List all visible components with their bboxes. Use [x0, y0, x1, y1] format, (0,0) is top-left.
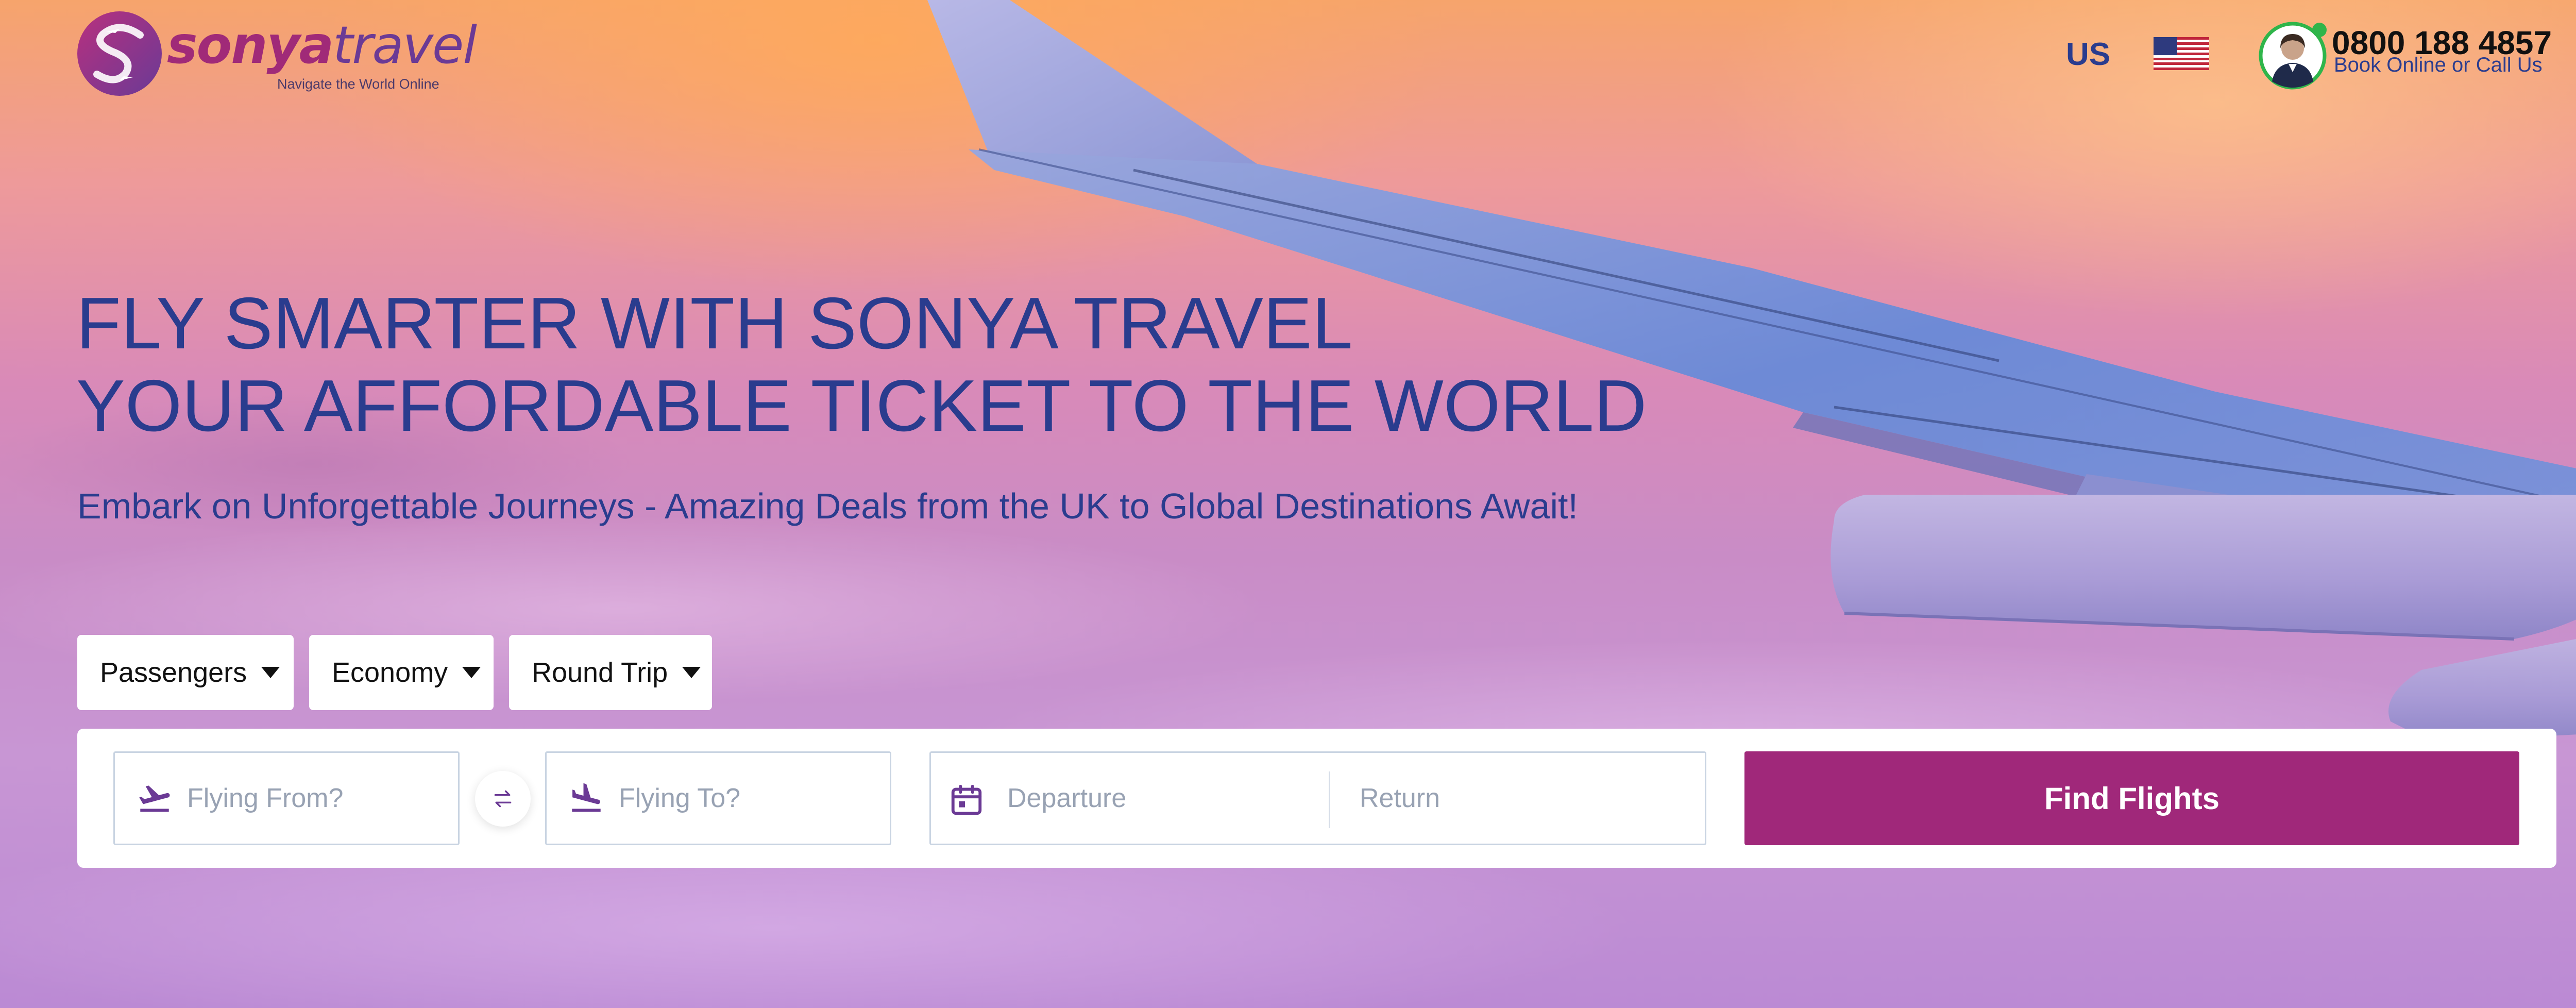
swap-locations-button[interactable]: [475, 771, 531, 827]
site-logo[interactable]: sonyatravel Navigate the World Online: [76, 9, 477, 98]
travel-dates-field[interactable]: Departure Return: [929, 751, 1706, 845]
caret-down-icon: [261, 667, 280, 678]
logo-s-plane-icon: [77, 11, 162, 96]
logo-brand-part2: travel: [333, 15, 477, 75]
trip-type-label: Round Trip: [532, 657, 668, 688]
plane-landing-icon: [572, 783, 601, 812]
logo-tagline: Navigate the World Online: [277, 76, 439, 92]
cabin-class-label: Economy: [332, 657, 448, 688]
flying-from-field[interactable]: Flying From?: [113, 751, 460, 845]
hero-subheadline: Embark on Unforgettable Journeys - Amazi…: [77, 486, 1578, 526]
trip-type-dropdown[interactable]: Round Trip: [509, 635, 712, 710]
return-date-input[interactable]: Return: [1360, 783, 1440, 814]
flying-to-placeholder: Flying To?: [619, 783, 741, 813]
cabin-class-dropdown[interactable]: Economy: [309, 635, 494, 710]
plane-takeoff-icon: [139, 785, 170, 812]
logo-brand-part1: sonya: [167, 15, 334, 75]
departure-date-input[interactable]: Departure: [1007, 783, 1126, 814]
flying-from-placeholder: Flying From?: [187, 783, 344, 813]
flying-to-field[interactable]: Flying To?: [545, 751, 891, 845]
hero-headline: FLY SMARTER WITH SONYA TRAVEL YOUR AFFOR…: [76, 282, 1647, 447]
caret-down-icon: [462, 667, 481, 678]
phone-subtitle: Book Online or Call Us: [2334, 54, 2543, 76]
find-flights-button[interactable]: Find Flights: [1744, 751, 2519, 845]
swap-arrows-icon: [494, 790, 512, 808]
support-agent-avatar-icon[interactable]: [2257, 19, 2329, 91]
date-divider: [1329, 771, 1330, 828]
passengers-label: Passengers: [100, 657, 247, 688]
passengers-dropdown[interactable]: Passengers: [77, 635, 294, 710]
hero-headline-line1: FLY SMARTER WITH SONYA TRAVEL: [76, 282, 1353, 364]
us-flag-icon[interactable]: [2154, 37, 2209, 70]
locale-selector[interactable]: US: [2066, 36, 2110, 73]
caret-down-icon: [682, 667, 701, 678]
flight-search-panel: Flying From? Flying To? Departure Return…: [77, 729, 2556, 868]
hero-headline-line2: YOUR AFFORDABLE TICKET TO THE WORLD: [76, 365, 1647, 447]
logo-wordmark: sonyatravel: [167, 20, 477, 71]
calendar-icon: [951, 784, 982, 815]
